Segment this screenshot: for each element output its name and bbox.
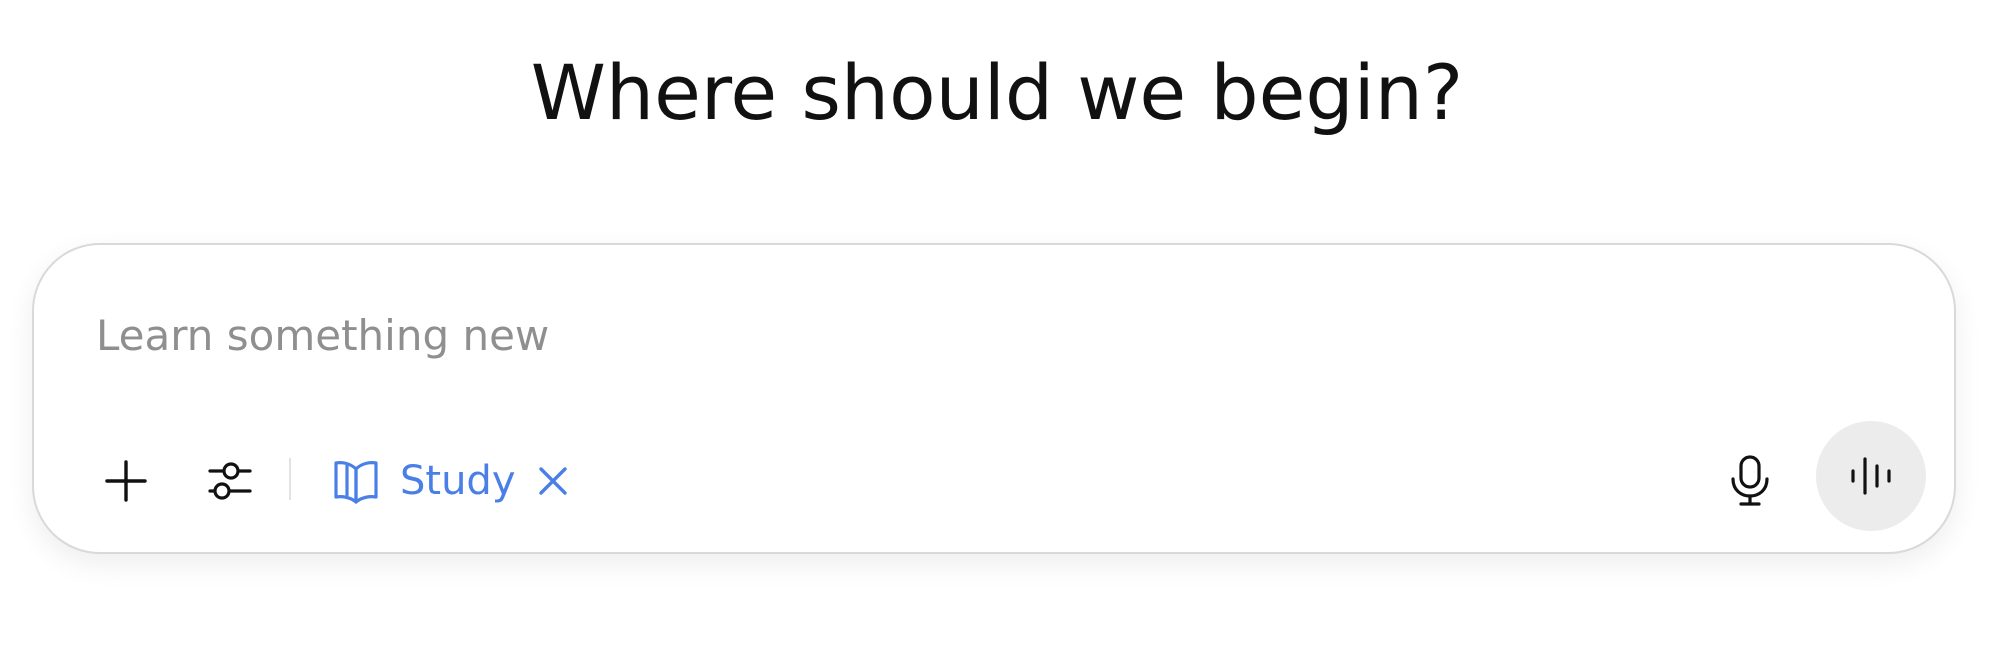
- sliders-icon: [206, 457, 254, 505]
- microphone-icon: [1727, 454, 1773, 508]
- plus-icon: [104, 459, 148, 503]
- study-mode-chip[interactable]: Study: [330, 445, 570, 517]
- prompt-input[interactable]: [96, 305, 1796, 365]
- page-title: Where should we begin?: [530, 48, 1464, 137]
- chat-start-page: Where should we begin? Learn something n…: [0, 0, 1994, 654]
- tools-button[interactable]: [194, 445, 266, 517]
- toolbar-divider: [289, 458, 291, 500]
- voice-waveform-icon: [1849, 456, 1893, 496]
- prompt-composer: Study: [32, 243, 1956, 554]
- close-icon[interactable]: [536, 464, 570, 498]
- dictate-button[interactable]: [1714, 445, 1786, 517]
- add-attachment-button[interactable]: [90, 445, 162, 517]
- open-book-icon: [330, 455, 382, 507]
- study-mode-label: Study: [400, 458, 516, 504]
- voice-mode-button[interactable]: [1816, 421, 1926, 531]
